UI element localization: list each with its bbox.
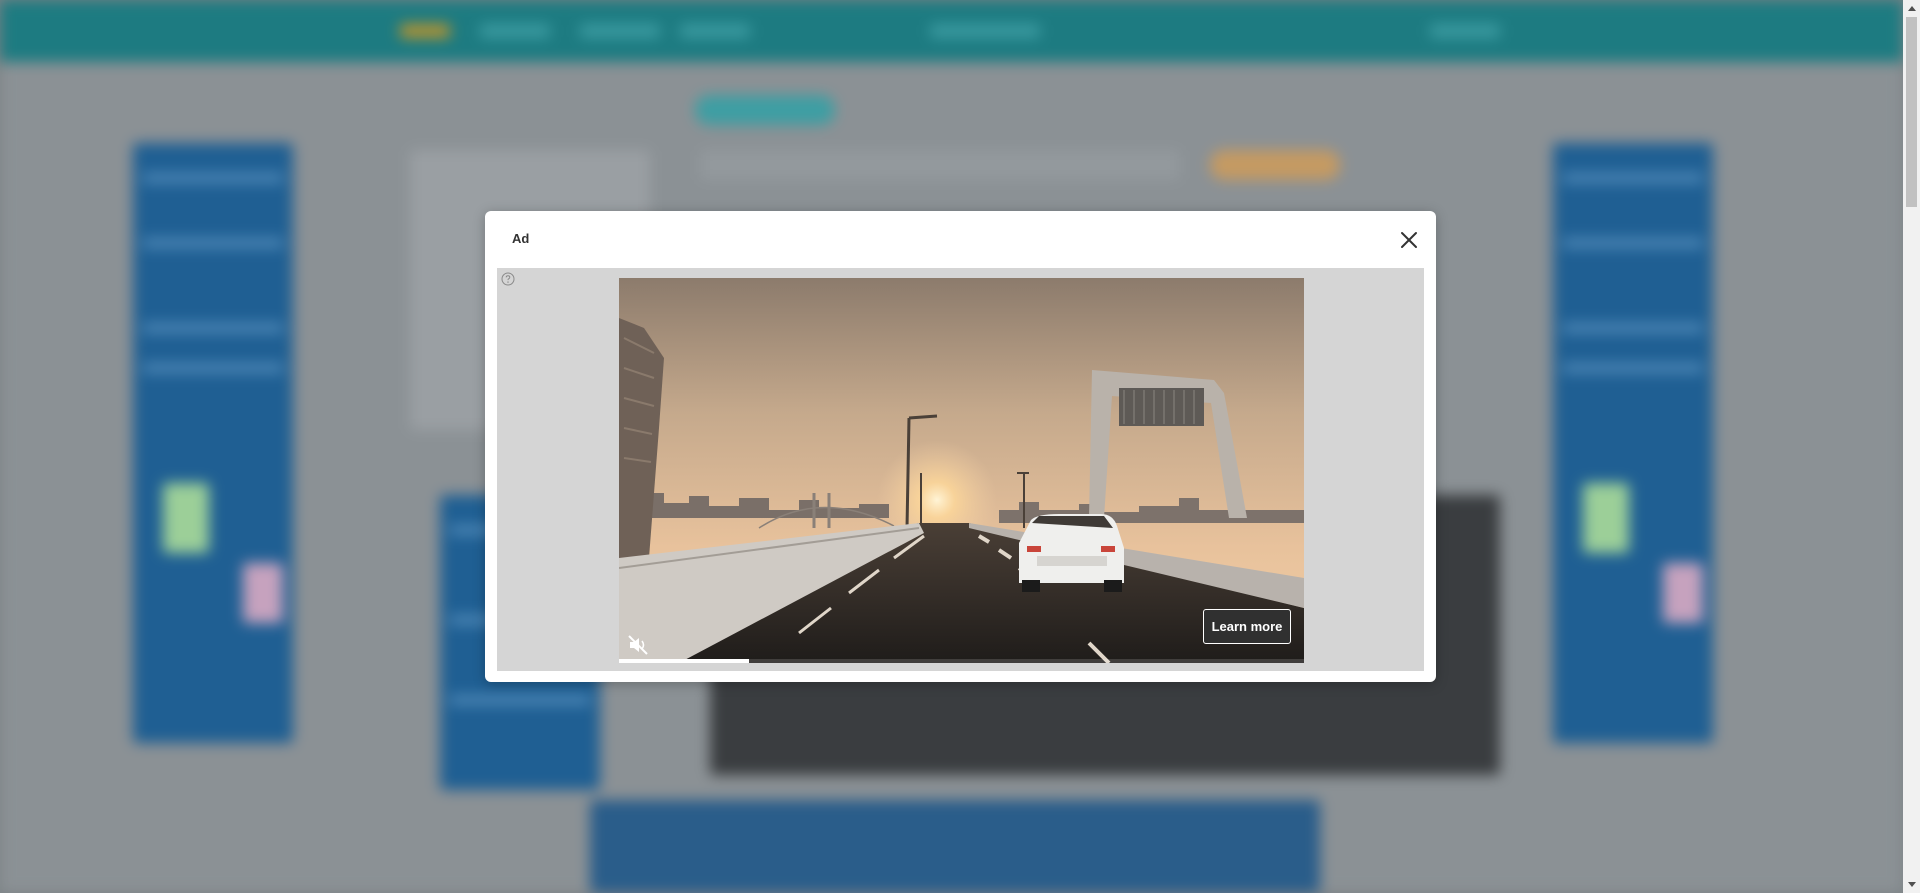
right-skyscraper-ad xyxy=(1553,143,1713,743)
left-skyscraper-ad xyxy=(133,143,293,743)
scrollbar-thumb[interactable] xyxy=(1906,17,1917,207)
help-circle-icon[interactable] xyxy=(501,272,515,286)
bg-button xyxy=(695,95,835,125)
site-logo xyxy=(400,24,450,38)
ad-label: Ad xyxy=(512,231,530,246)
close-button[interactable] xyxy=(1395,226,1423,254)
video-frame-image xyxy=(619,278,1304,663)
learn-more-button[interactable]: Learn more xyxy=(1203,609,1291,644)
nav-item xyxy=(1430,24,1500,38)
close-icon xyxy=(1401,232,1417,248)
bg-tabs xyxy=(700,150,1180,180)
scroll-down-arrow-icon[interactable] xyxy=(1903,876,1920,893)
nav-item xyxy=(930,24,1040,38)
site-header xyxy=(0,0,1903,62)
video-progress-track[interactable] xyxy=(619,659,1304,663)
ad-modal: Ad Learn more xyxy=(485,211,1436,682)
nav-item xyxy=(680,24,750,38)
vertical-scrollbar[interactable] xyxy=(1903,0,1920,893)
bg-button xyxy=(1210,150,1340,180)
scroll-up-arrow-icon[interactable] xyxy=(1903,0,1920,17)
ad-frame: Learn more xyxy=(497,268,1424,671)
nav-item xyxy=(580,24,660,38)
video-progress-fill xyxy=(619,659,750,663)
nav-item xyxy=(480,24,550,38)
ad-video[interactable]: Learn more xyxy=(619,278,1304,663)
muted-speaker-icon[interactable] xyxy=(627,634,649,656)
bg-banner-ad xyxy=(590,800,1320,893)
